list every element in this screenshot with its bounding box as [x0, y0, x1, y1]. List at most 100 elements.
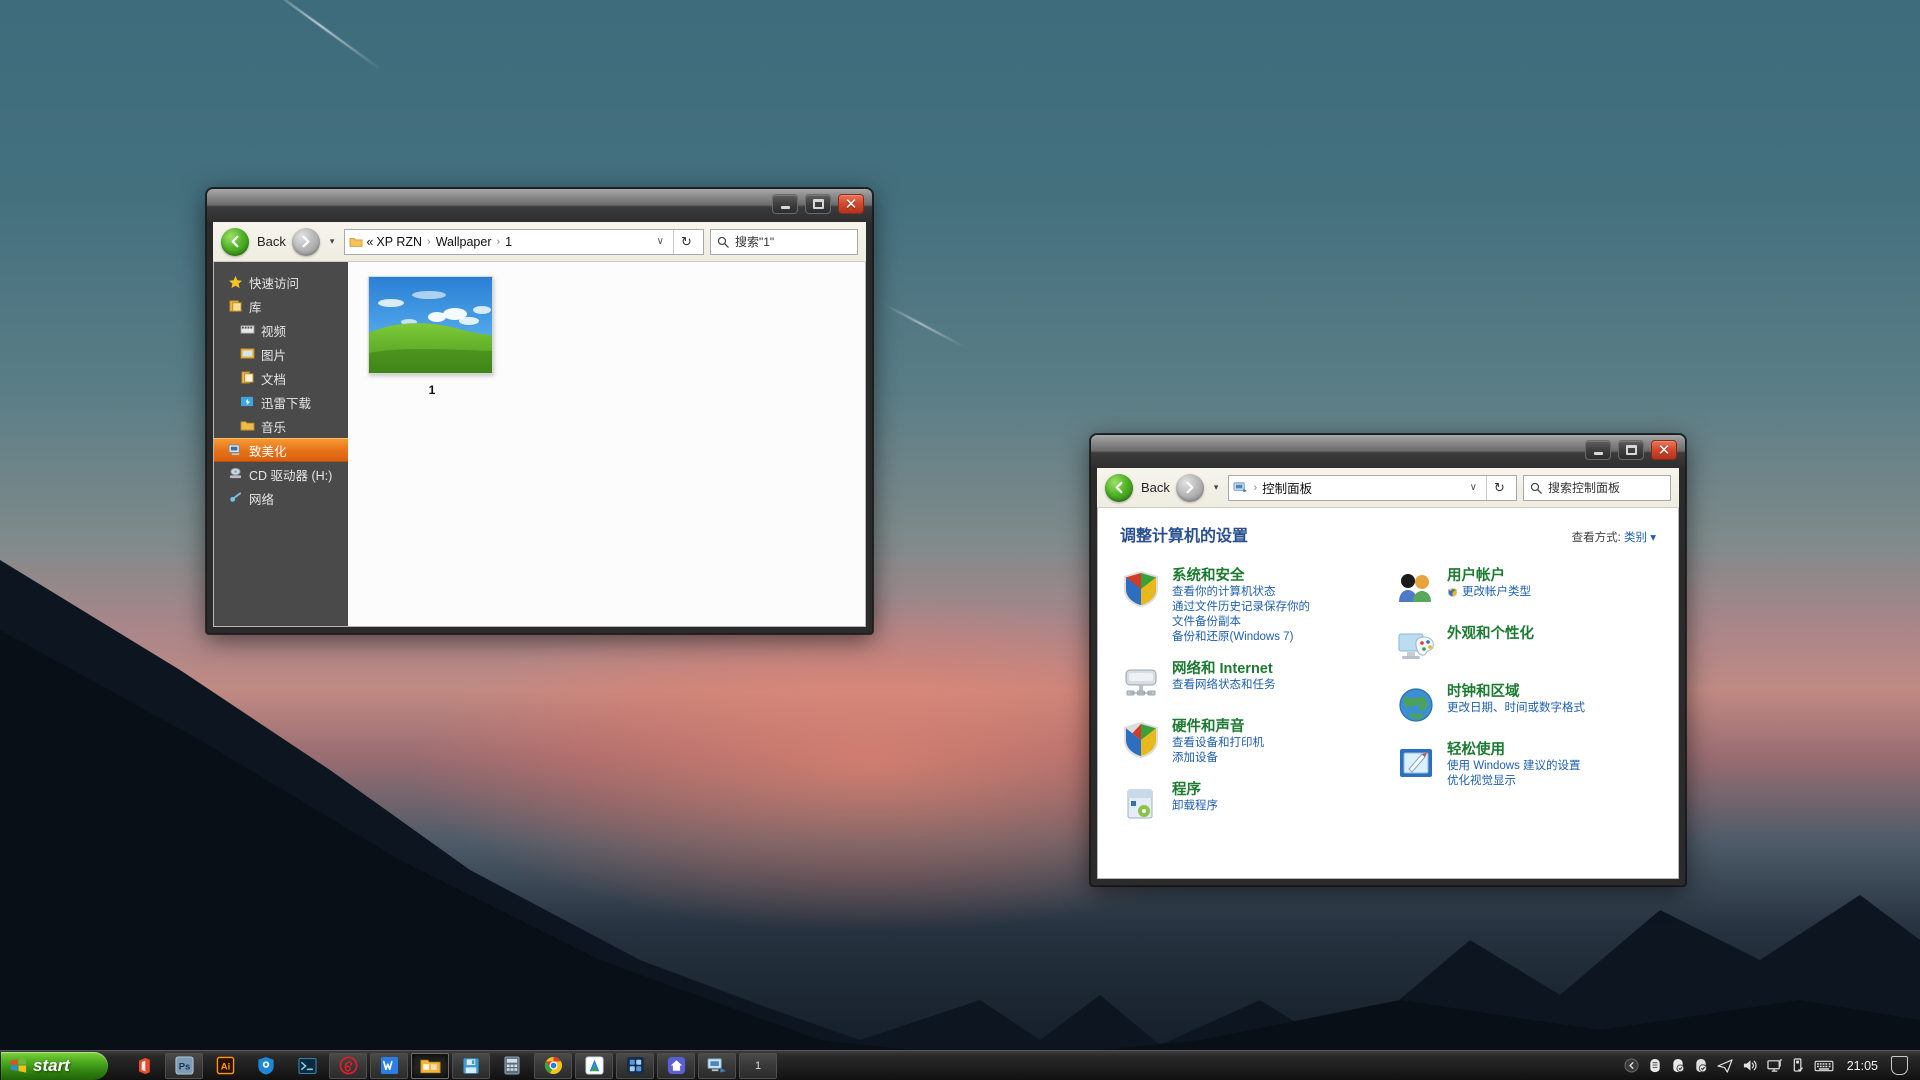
- taskbar-item-home-app[interactable]: [657, 1052, 695, 1079]
- back-button[interactable]: [221, 227, 249, 256]
- category-title[interactable]: 时钟和区域: [1447, 684, 1585, 701]
- history-dropdown-button[interactable]: ▾: [1210, 482, 1223, 493]
- taskbar-item-terminal[interactable]: [288, 1053, 326, 1079]
- category-link[interactable]: 备份和还原(Windows 7): [1172, 630, 1310, 645]
- breadcrumb-item-0[interactable]: XP RZN: [376, 235, 422, 249]
- category-link[interactable]: 优化视觉显示: [1447, 774, 1581, 789]
- sidebar-item-network[interactable]: 网络: [214, 486, 348, 510]
- taskbar-item-grid-app[interactable]: [616, 1052, 654, 1079]
- sidebar-item-music[interactable]: 音乐: [214, 414, 348, 438]
- taskbar-item-netease-music[interactable]: [329, 1052, 367, 1079]
- taskbar-item-save-disk[interactable]: [452, 1052, 490, 1079]
- category-link[interactable]: 使用 Windows 建议的设置: [1447, 759, 1581, 774]
- taskbar-items[interactable]: Ps Ai 1: [124, 1052, 777, 1079]
- category-appearance-personalization[interactable]: 外观和个性化: [1395, 626, 1656, 668]
- category-network-internet[interactable]: 网络和 Internet 查看网络状态和任务: [1120, 661, 1381, 703]
- telegram-send-icon[interactable]: [1717, 1058, 1733, 1073]
- address-bar[interactable]: « XP RZN › Wallpaper › 1 ∨ ↻: [344, 228, 704, 255]
- refresh-button[interactable]: ↻: [1486, 475, 1512, 500]
- file-explorer-window[interactable]: ✕ Back ▾ « XP RZN › Wallpaper › 1 ∨ ↻ 搜索…: [206, 188, 873, 634]
- category-link[interactable]: 更改日期、时间或数字格式: [1447, 701, 1585, 716]
- view-by-value[interactable]: 类别: [1624, 532, 1647, 544]
- taskbar-item-office[interactable]: [124, 1053, 162, 1079]
- taskbar-item-control-panel[interactable]: [698, 1052, 736, 1079]
- category-title[interactable]: 网络和 Internet: [1172, 661, 1276, 678]
- category-title[interactable]: 硬件和声音: [1172, 719, 1264, 736]
- breadcrumb-item-2[interactable]: 1: [505, 235, 512, 249]
- usb-eject-icon[interactable]: [1792, 1058, 1805, 1073]
- address-dropdown-button[interactable]: ∨: [1464, 482, 1483, 493]
- sidebar-item-videos[interactable]: 视频: [214, 318, 348, 342]
- desktop[interactable]: ✕ Back ▾ « XP RZN › Wallpaper › 1 ∨ ↻ 搜索…: [0, 0, 1920, 1080]
- category-title[interactable]: 外观和个性化: [1447, 626, 1534, 643]
- chevron-left-icon[interactable]: [1624, 1058, 1639, 1073]
- category-link[interactable]: 查看你的计算机状态: [1172, 585, 1310, 600]
- notification-icon[interactable]: [1891, 1056, 1908, 1075]
- category-title[interactable]: 程序: [1172, 782, 1218, 799]
- maximize-button[interactable]: [805, 194, 831, 214]
- category-title[interactable]: 系统和安全: [1172, 568, 1310, 585]
- file-thumbnail[interactable]: [368, 276, 493, 374]
- sidebar-item-library[interactable]: 库: [214, 294, 348, 318]
- sidebar-item-zhimeihua[interactable]: 致美化: [214, 438, 348, 462]
- breadcrumb-prefix[interactable]: «: [366, 235, 373, 249]
- category-hardware-sound[interactable]: 硬件和声音 查看设备和打印机 添加设备: [1120, 719, 1381, 766]
- cpanel-toolbar[interactable]: Back ▾ › 控制面板 ∨ ↻ 搜索控制面板: [1097, 468, 1679, 508]
- category-user-accounts[interactable]: 用户帐户 更改帐户类型: [1395, 568, 1656, 610]
- category-link[interactable]: 查看设备和打印机: [1172, 736, 1264, 751]
- system-tray[interactable]: 21:05: [1624, 1056, 1920, 1075]
- close-button[interactable]: ✕: [1651, 440, 1677, 460]
- search-input[interactable]: 搜索"1": [735, 233, 774, 250]
- category-title[interactable]: 用户帐户: [1447, 568, 1531, 585]
- volume-icon[interactable]: [1742, 1058, 1758, 1073]
- explorer-sidebar[interactable]: 快速访问 库 视频 图片 文档 迅雷下载 音乐 致美化 CD 驱动器 (H:) …: [214, 262, 348, 626]
- search-input[interactable]: 搜索控制面板: [1548, 479, 1620, 496]
- network-display-icon[interactable]: [1767, 1058, 1783, 1073]
- minimize-button[interactable]: [1585, 440, 1611, 460]
- category-link[interactable]: 添加设备: [1172, 751, 1264, 766]
- search-box[interactable]: 搜索控制面板: [1523, 474, 1671, 501]
- cpanel-titlebar[interactable]: ✕: [1091, 435, 1685, 468]
- close-button[interactable]: ✕: [838, 194, 864, 214]
- category-link[interactable]: 文件备份副本: [1172, 615, 1310, 630]
- taskbar-item-wps[interactable]: [370, 1052, 408, 1079]
- category-clock-region[interactable]: 时钟和区域 更改日期、时间或数字格式: [1395, 684, 1656, 726]
- breadcrumb-item-0[interactable]: 控制面板: [1262, 478, 1312, 497]
- taskbar-item-text[interactable]: 1: [739, 1052, 777, 1079]
- back-button[interactable]: [1105, 473, 1133, 502]
- category-system-security[interactable]: 系统和安全 查看你的计算机状态 通过文件历史记录保存你的 文件备份副本 备份和还…: [1120, 568, 1381, 645]
- sidebar-item-thunder-download[interactable]: 迅雷下载: [214, 390, 348, 414]
- sidebar-item-cd-drive[interactable]: CD 驱动器 (H:): [214, 462, 348, 486]
- address-bar[interactable]: › 控制面板 ∨ ↻: [1228, 474, 1517, 501]
- clock[interactable]: 21:05: [1843, 1059, 1882, 1073]
- taskbar-item-calculator[interactable]: [493, 1053, 531, 1079]
- chevron-down-icon[interactable]: ▾: [1650, 532, 1656, 544]
- taskbar-item-photoshop[interactable]: Ps: [165, 1052, 203, 1079]
- forward-button[interactable]: [1175, 473, 1204, 502]
- sidebar-item-pictures[interactable]: 图片: [214, 342, 348, 366]
- taskbar-item-letter-a-app[interactable]: [575, 1052, 613, 1079]
- taskbar-item-chrome[interactable]: [534, 1052, 572, 1079]
- address-dropdown-button[interactable]: ∨: [651, 236, 670, 247]
- category-link[interactable]: 更改帐户类型: [1447, 585, 1531, 600]
- file-tile[interactable]: 1: [368, 276, 496, 397]
- history-dropdown-button[interactable]: ▾: [326, 236, 339, 247]
- breadcrumb-item-1[interactable]: Wallpaper: [436, 235, 492, 249]
- view-by-selector[interactable]: 查看方式: 类别 ▾: [1572, 529, 1656, 545]
- keyboard-ime-icon[interactable]: [1814, 1059, 1834, 1073]
- shield-ok-icon[interactable]: [1694, 1058, 1708, 1073]
- category-link[interactable]: 查看网络状态和任务: [1172, 678, 1276, 693]
- category-programs[interactable]: 程序 卸载程序: [1120, 782, 1381, 824]
- forward-button[interactable]: [291, 227, 320, 256]
- sidebar-item-quick-access[interactable]: 快速访问: [214, 270, 348, 294]
- file-list-area[interactable]: 1: [348, 262, 865, 626]
- control-panel-window[interactable]: ✕ Back ▾ › 控制面板 ∨ ↻ 搜索控制面板 调整计算机的设置 查看方式…: [1090, 434, 1686, 886]
- taskbar-item-shield-browser[interactable]: [247, 1053, 285, 1079]
- explorer-titlebar[interactable]: ✕: [207, 189, 872, 222]
- sidebar-item-documents[interactable]: 文档: [214, 366, 348, 390]
- category-title[interactable]: 轻松使用: [1447, 742, 1581, 759]
- start-button[interactable]: start: [1, 1051, 108, 1080]
- taskbar[interactable]: start Ps Ai 1 21:05: [0, 1050, 1920, 1080]
- shield-guard-icon[interactable]: [1648, 1058, 1662, 1073]
- taskbar-item-file-explorer[interactable]: [411, 1052, 449, 1079]
